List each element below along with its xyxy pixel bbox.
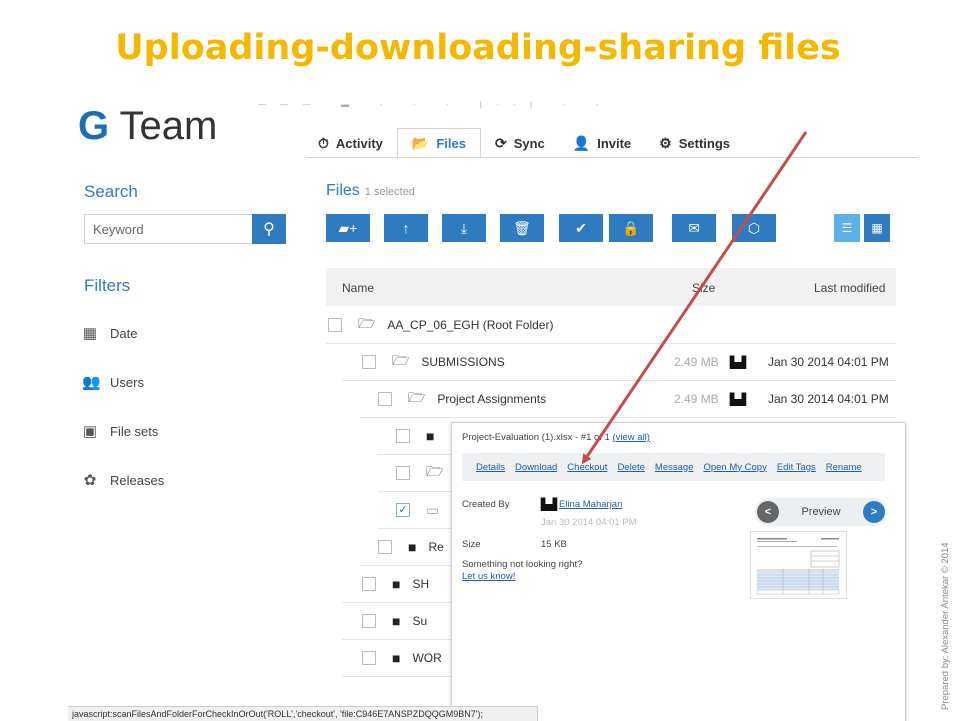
- slide-credit: Prepared by: Alexander Antekar © 2014: [940, 542, 951, 710]
- browser-status-bar: javascript:scanFilesAndFolderForCheckInO…: [68, 706, 538, 721]
- annotation-arrow: [581, 131, 808, 465]
